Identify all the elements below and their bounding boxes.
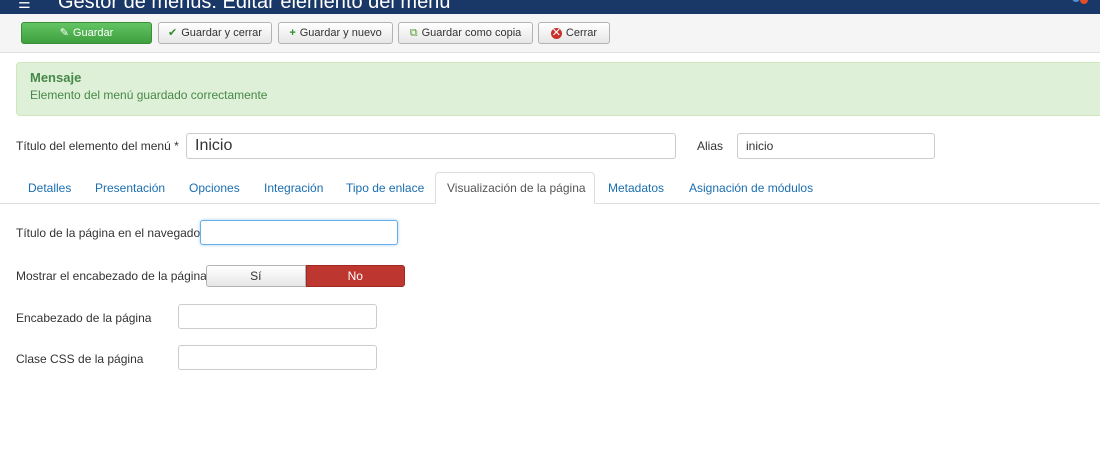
close-button[interactable]: ✕ Cerrar [538, 22, 610, 44]
tab-bar: Detalles Presentación Opciones Integraci… [0, 170, 1100, 204]
save-new-button[interactable]: + Guardar y nuevo [278, 22, 393, 44]
save-copy-button-label: Guardar como copia [421, 27, 522, 39]
tab-link-type[interactable]: Tipo de enlace [346, 173, 424, 203]
show-heading-toggle: Sí No [206, 265, 405, 287]
tab-page-display[interactable]: Visualización de la página [435, 172, 595, 204]
toolbar: ✎ Guardar ✔ Guardar y cerrar + Guardar y… [0, 14, 1100, 53]
close-button-label: Cerrar [565, 27, 598, 39]
save-button-label: Guardar [72, 27, 114, 39]
css-class-label: Clase CSS de la página [16, 352, 144, 366]
success-message: Mensaje Elemento del menú guardado corre… [16, 62, 1100, 116]
check-icon: ✔ [168, 26, 178, 39]
save-close-button[interactable]: ✔ Guardar y cerrar [158, 22, 272, 44]
message-text: Elemento del menú guardado correctamente [30, 88, 268, 102]
page-header: ☰ Gestor de menús: Editar elemento del m… [0, 0, 1100, 14]
edit-icon: ✎ [59, 26, 69, 39]
save-close-button-label: Guardar y cerrar [181, 27, 262, 39]
page-title: Gestor de menús: Editar elemento del men… [58, 0, 451, 13]
alias-input[interactable] [737, 133, 935, 159]
page-heading-label: Encabezado de la página [16, 311, 152, 325]
save-copy-button[interactable]: ⧉ Guardar como copia [398, 22, 533, 44]
close-icon: ✕ [550, 26, 562, 39]
plus-icon: + [289, 26, 296, 39]
tab-options[interactable]: Opciones [189, 173, 240, 203]
title-label: Título del elemento del menú * [16, 139, 179, 153]
tab-integration[interactable]: Integración [264, 173, 323, 203]
tab-module-assignment[interactable]: Asignación de módulos [689, 173, 813, 203]
joomla-logo-icon [1072, 0, 1088, 4]
tab-metadata[interactable]: Metadatos [608, 173, 664, 203]
tab-details[interactable]: Detalles [28, 173, 71, 203]
title-input[interactable] [186, 133, 676, 159]
menu-manager-icon: ☰ [18, 0, 31, 11]
browser-title-input[interactable] [200, 220, 398, 245]
alias-label: Alias [697, 139, 724, 153]
show-heading-label: Mostrar el encabezado de la página [16, 269, 207, 283]
message-heading: Mensaje [30, 70, 82, 85]
show-heading-no-option[interactable]: No [305, 265, 405, 287]
tab-presentation[interactable]: Presentación [95, 173, 165, 203]
page-heading-input[interactable] [178, 304, 377, 329]
browser-title-label: Título de la página en el navegador [16, 226, 205, 240]
copy-icon: ⧉ [409, 26, 418, 39]
css-class-input[interactable] [178, 345, 377, 370]
show-heading-yes-option[interactable]: Sí [206, 265, 306, 287]
save-button[interactable]: ✎ Guardar [21, 22, 152, 44]
save-new-button-label: Guardar y nuevo [299, 27, 382, 39]
